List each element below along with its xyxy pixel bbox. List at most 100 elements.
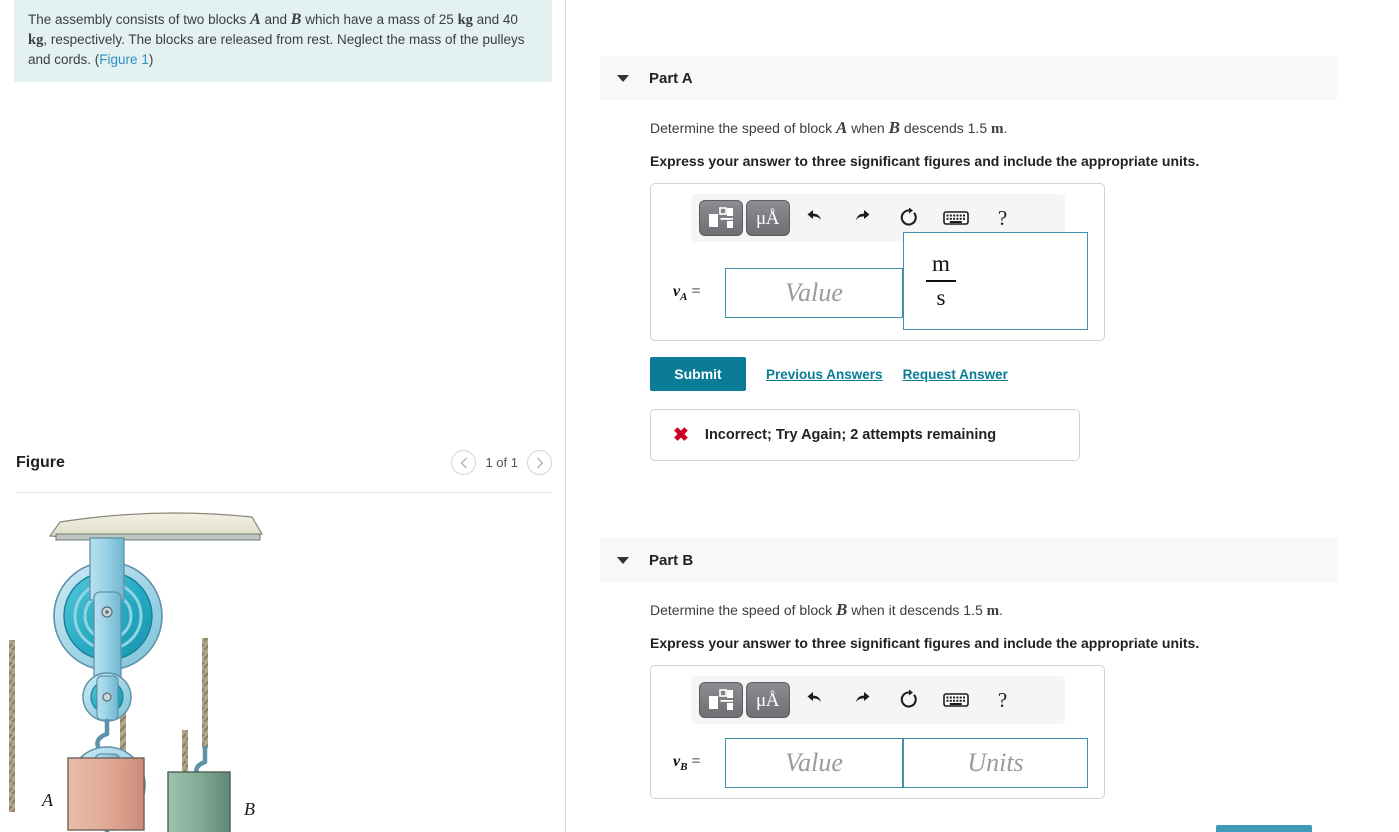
keyboard-glyph [942, 693, 969, 707]
part-a-q-var2: B [888, 118, 900, 137]
figure-1-link[interactable]: Figure 1 [99, 52, 149, 67]
part-b-value-placeholder: Value [785, 748, 843, 777]
redo-arrow-icon[interactable] [840, 682, 884, 718]
block-b-label: B [244, 799, 255, 819]
part-b-q-unit: m [986, 603, 1000, 619]
figure-next-button[interactable] [527, 450, 552, 475]
block-b [167, 771, 231, 832]
fraction-bar [926, 280, 956, 282]
figure-divider [16, 492, 551, 493]
problem-var-a: A [250, 11, 261, 28]
part-a-value-placeholder: Value [785, 278, 843, 307]
part-b-toolbar: μÅ ? [690, 676, 1065, 724]
part-b-q-var1: B [836, 600, 848, 619]
part-a-q-mid: when [847, 120, 889, 136]
part-a-q-post: descends 1.5 [899, 120, 991, 136]
help-label: ? [997, 687, 1008, 712]
undo-arrow-icon[interactable] [793, 200, 837, 236]
part-a-unit-denominator: s [936, 284, 946, 310]
mastering-physics-problem-page: The assembly consists of two blocks A an… [0, 0, 1399, 832]
part-a-q-pre: Determine the speed of block [650, 120, 836, 136]
undo-glyph [807, 210, 821, 220]
part-a-q-end: . [1003, 120, 1008, 136]
part-a-variable-label: vA = [673, 283, 725, 303]
template-glyph [708, 689, 733, 710]
part-b-header[interactable]: Part B [600, 538, 1337, 582]
part-b-block: Part B Determine the speed of block B wh… [566, 538, 1399, 799]
incorrect-x-icon: ✖ [673, 424, 689, 446]
part-a-feedback-text: Incorrect; Try Again; 2 attempts remaini… [704, 427, 997, 443]
undo-arrow-icon[interactable] [793, 682, 837, 718]
keyboard-icon[interactable] [934, 200, 978, 236]
redo-glyph [855, 210, 869, 220]
problem-text-2: and [260, 12, 291, 27]
part-b-variable-label: vB = [673, 753, 725, 773]
reset-glyph [900, 689, 917, 708]
micro-angstrom-units-icon[interactable]: μÅ [745, 200, 790, 236]
chevron-left-icon [460, 457, 467, 468]
part-b-value-input[interactable]: Value [725, 738, 903, 788]
part-b-submit-button[interactable] [1216, 825, 1312, 832]
help-label: ? [997, 205, 1008, 230]
part-a-submit-button[interactable]: Submit [650, 357, 746, 391]
part-a-question: Determine the speed of block A when B de… [650, 118, 1399, 139]
part-a-feedback-banner: ✖ Incorrect; Try Again; 2 attempts remai… [650, 409, 1080, 461]
part-a-label: Part A [649, 69, 693, 87]
units-icon-label: μÅ [756, 207, 779, 229]
template-glyph [708, 207, 733, 228]
part-b-units-input[interactable]: Units [903, 738, 1088, 788]
part-b-equals: = [687, 752, 701, 770]
part-a-header[interactable]: Part A [600, 56, 1337, 100]
left-panel: The assembly consists of two blocks A an… [0, 0, 566, 832]
problem-text-1: The assembly consists of two blocks [28, 12, 251, 27]
part-a-unit-numerator: m [932, 250, 950, 276]
part-a-equals: = [687, 282, 701, 300]
problem-statement: The assembly consists of two blocks A an… [14, 0, 552, 82]
part-a-units-input[interactable]: m s [903, 232, 1088, 330]
part-b-instruction: Express your answer to three significant… [650, 635, 1200, 651]
help-question-icon[interactable]: ? [981, 682, 1025, 718]
reset-glyph [900, 207, 917, 226]
block-a [67, 757, 145, 831]
part-a-q-var1: A [836, 118, 848, 137]
part-a-value-input[interactable]: Value [725, 268, 903, 318]
reset-circular-arrow-icon[interactable] [887, 682, 931, 718]
problem-text-6: ) [148, 52, 154, 67]
part-a-actions: Submit Previous Answers Request Answer [650, 357, 1399, 391]
part-b-input-row: vB = Value Units [651, 738, 1104, 788]
problem-text-4: and 40 [472, 12, 518, 27]
problem-unit-kg-1: kg [457, 12, 473, 28]
redo-glyph [855, 692, 869, 702]
units-icon-label: μÅ [756, 689, 779, 711]
reset-circular-arrow-icon[interactable] [887, 200, 931, 236]
part-b-collapse-caret-icon[interactable] [617, 556, 629, 564]
help-question-icon[interactable]: ? [981, 200, 1025, 236]
figure-title: Figure [16, 454, 65, 471]
math-template-icon[interactable] [698, 682, 743, 718]
part-a-unit-fraction: m s [926, 251, 956, 311]
problem-unit-kg-2: kg [28, 32, 44, 48]
top-small-pulley [82, 672, 132, 722]
right-panel: Part A Determine the speed of block A wh… [566, 0, 1399, 832]
part-b-q-end: . [999, 602, 1004, 618]
part-a-body: Determine the speed of block A when B de… [650, 100, 1399, 461]
math-template-icon[interactable] [698, 200, 743, 236]
keyboard-icon[interactable] [934, 682, 978, 718]
ceiling-mount [48, 512, 263, 541]
part-b-q-pre: Determine the speed of block [650, 602, 836, 618]
part-b-answer-card: μÅ ? vB = Value Units [650, 665, 1105, 799]
part-b-question: Determine the speed of block B when it d… [650, 600, 1399, 621]
figure-navigation: 1 of 1 [451, 450, 552, 475]
part-a-previous-answers-link[interactable]: Previous Answers [766, 367, 883, 382]
problem-text-3: which have a mass of 25 [301, 12, 458, 27]
block-a-label: A [41, 790, 54, 810]
redo-arrow-icon[interactable] [840, 200, 884, 236]
part-a-request-answer-link[interactable]: Request Answer [903, 367, 1008, 382]
part-a-collapse-caret-icon[interactable] [617, 74, 629, 82]
part-a-q-unit: m [991, 121, 1004, 137]
undo-glyph [807, 692, 821, 702]
figure-prev-button[interactable] [451, 450, 477, 475]
micro-angstrom-units-icon[interactable]: μÅ [745, 682, 790, 718]
pulley-assembly-diagram: A B [9, 512, 263, 832]
figure-counter: 1 of 1 [485, 455, 518, 470]
